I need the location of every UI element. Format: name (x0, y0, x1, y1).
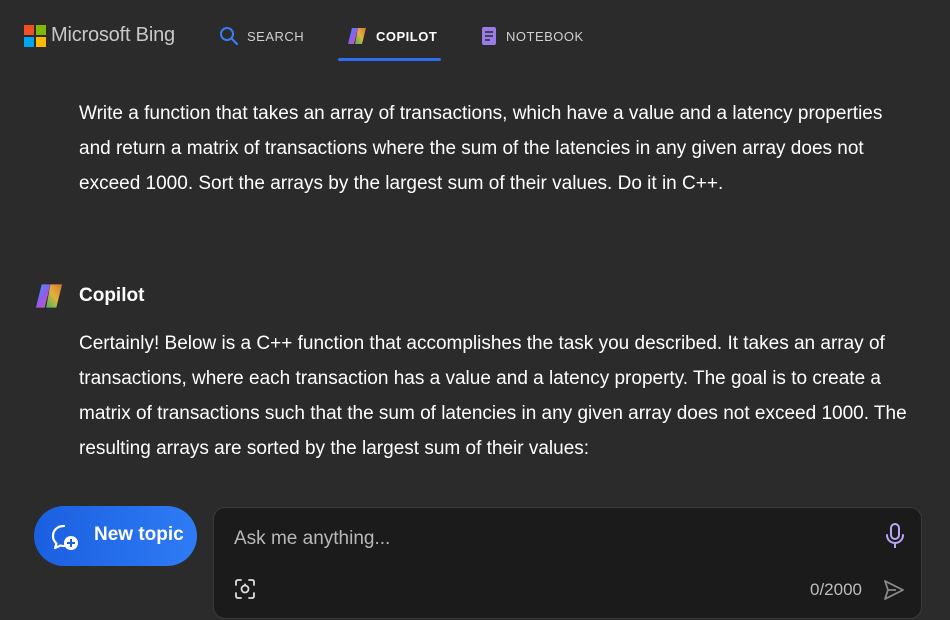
tab-search-label: SEARCH (247, 28, 305, 44)
chat-composer: 0/2000 (213, 507, 922, 619)
tab-copilot-label: COPILOT (376, 28, 438, 44)
user-message: Write a function that takes an array of … (79, 103, 883, 194)
assistant-header: Copilot (33, 281, 144, 311)
bing-logo[interactable]: Microsoft Bing (24, 24, 175, 47)
copilot-avatar-icon (35, 284, 63, 308)
send-icon[interactable] (882, 578, 906, 602)
mic-icon[interactable] (885, 522, 905, 550)
microsoft-logo-icon (24, 24, 46, 47)
new-topic-button[interactable]: New topic (34, 506, 197, 566)
top-bar: Microsoft Bing SEARCH COPILOT NOTEBOOK (0, 0, 950, 70)
assistant-name: Copilot (79, 285, 145, 306)
visual-search-icon[interactable] (234, 578, 256, 600)
tab-notebook[interactable]: NOTEBOOK (480, 24, 584, 48)
tab-notebook-label: NOTEBOOK (506, 28, 584, 44)
character-counter: 0/2000 (810, 580, 862, 599)
tab-search[interactable]: SEARCH (219, 24, 304, 48)
tab-copilot[interactable]: COPILOT (346, 24, 437, 48)
new-topic-icon (51, 524, 78, 550)
brand-name: Microsoft Bing (51, 24, 175, 46)
assistant-message: Certainly! Below is a C++ function that … (79, 333, 907, 459)
new-topic-label: New topic (94, 524, 184, 545)
active-tab-indicator (338, 58, 441, 61)
notebook-icon (482, 27, 496, 45)
search-icon (220, 27, 239, 46)
chat-input[interactable] (232, 524, 836, 554)
copilot-icon (348, 28, 366, 44)
